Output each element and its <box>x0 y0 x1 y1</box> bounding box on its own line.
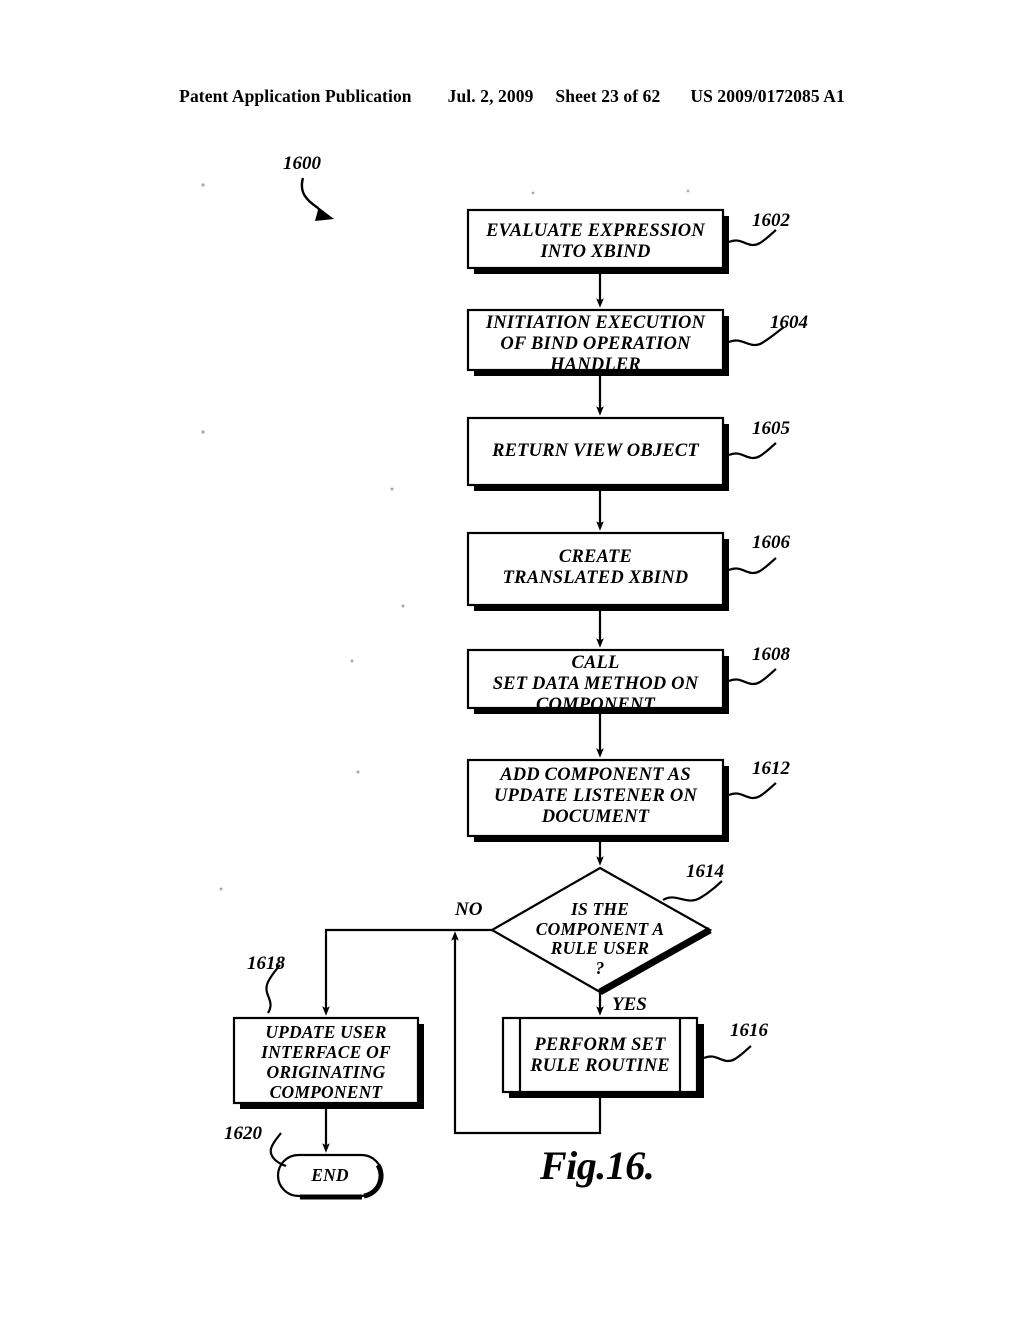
ref-number-1612: 1612 <box>752 758 790 779</box>
figure-caption: Fig.16. <box>540 1143 655 1188</box>
edge-label-no: NO <box>455 899 483 920</box>
ref-number-1616: 1616 <box>730 1020 768 1041</box>
ref-number-1605: 1605 <box>752 418 790 439</box>
ref-number-1606: 1606 <box>752 532 790 553</box>
patent-figure-page: Patent Application Publication Jul. 2, 20… <box>0 0 1024 1320</box>
ref-number-1604: 1604 <box>770 312 808 333</box>
flowchart-graphics <box>201 177 785 1200</box>
ref-number-1600: 1600 <box>283 153 321 174</box>
ref-number-1620: 1620 <box>224 1123 262 1144</box>
ref-number-1608: 1608 <box>752 644 790 665</box>
ref-number-1614: 1614 <box>686 861 724 882</box>
ref-number-1602: 1602 <box>752 210 790 231</box>
edge-label-yes: YES <box>612 994 647 1015</box>
ref-number-1618: 1618 <box>247 953 285 974</box>
